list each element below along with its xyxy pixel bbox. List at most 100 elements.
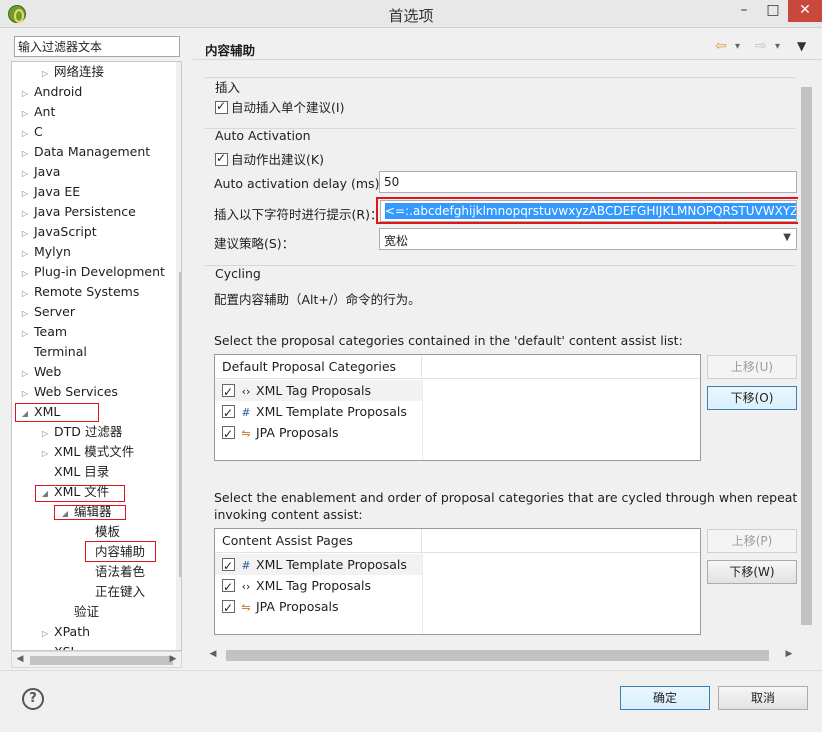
tree-item[interactable]: ▷ Android <box>20 82 82 102</box>
tree-item[interactable]: ▷ Data Management <box>20 142 150 162</box>
tree-scroll-thumb[interactable] <box>179 272 181 577</box>
view-menu-icon[interactable]: ▼ <box>797 39 806 53</box>
row-checkbox[interactable] <box>222 577 235 598</box>
default-categories-table[interactable]: Default Proposal Categories ‹› XML Tag Pr… <box>214 354 701 461</box>
row-checkbox[interactable] <box>222 403 235 424</box>
scroll-up-arrow-icon[interactable]: ▲ <box>176 64 182 74</box>
expand-arrow-icon[interactable]: ▷ <box>20 304 30 324</box>
expand-arrow-icon[interactable]: ▷ <box>20 144 30 164</box>
tree-item[interactable]: Terminal <box>20 342 87 362</box>
tree-item[interactable]: 语法着色 <box>81 562 145 582</box>
row-checkbox[interactable] <box>222 382 235 403</box>
expand-arrow-icon[interactable]: ▷ <box>20 204 30 224</box>
table-row[interactable]: # XML Template Proposals <box>215 401 422 424</box>
tree-item[interactable]: 验证 <box>60 602 99 622</box>
tree-item[interactable]: ▷ C <box>20 122 43 142</box>
table-row[interactable]: ⇋ JPA Proposals <box>215 422 422 445</box>
delay-input[interactable]: 50 <box>379 171 797 193</box>
tree-hscroll-thumb[interactable] <box>30 656 173 665</box>
expand-arrow-icon[interactable]: ▷ <box>20 384 30 404</box>
tree-item[interactable]: ▷ 网络连接 <box>40 62 104 82</box>
chevron-down-icon[interactable]: ▼ <box>783 232 791 243</box>
strategy-select[interactable]: 宽松 ▼ <box>379 228 797 250</box>
tree-item[interactable]: ▷ XSL <box>40 642 78 650</box>
tree-item[interactable]: ▷ Web Services <box>20 382 118 402</box>
content-horizontal-scrollbar[interactable]: ◀ ▶ <box>203 647 798 664</box>
row-checkbox[interactable] <box>222 556 235 577</box>
table-row[interactable]: ⇋ JPA Proposals <box>215 596 422 619</box>
forward-arrow-icon[interactable]: ⇨ <box>755 38 767 54</box>
expand-arrow-icon[interactable]: ▷ <box>20 284 30 304</box>
tree-item[interactable]: ▷ Mylyn <box>20 242 71 262</box>
cancel-button[interactable]: 取消 <box>718 686 808 710</box>
filter-input[interactable] <box>14 36 180 57</box>
expand-arrow-icon[interactable]: ▷ <box>20 364 30 384</box>
move-up-pages-button[interactable]: 上移(P) <box>707 529 797 553</box>
maximize-button[interactable]: □ <box>759 0 787 22</box>
expand-arrow-icon[interactable]: ▷ <box>40 444 50 464</box>
content-assist-pages-table[interactable]: Content Assist Pages # XML Template Propo… <box>214 528 701 635</box>
expand-arrow-icon[interactable]: ▷ <box>40 624 50 644</box>
expand-arrow-icon[interactable]: ▷ <box>40 424 50 444</box>
expand-arrow-icon[interactable]: ▷ <box>20 264 30 284</box>
scroll-left-arrow-icon[interactable]: ◀ <box>12 654 28 664</box>
forward-dropdown-icon[interactable]: ▾ <box>775 41 780 52</box>
trigger-chars-input[interactable]: <=:.abcdefghijklmnopqrstuvwxyzABCDEFGHIJ… <box>380 200 797 222</box>
expand-arrow-icon[interactable]: ▷ <box>20 324 30 344</box>
expand-arrow-icon[interactable]: ▷ <box>20 124 30 144</box>
scroll-left-arrow-icon[interactable]: ◀ <box>205 649 221 659</box>
expand-arrow-icon[interactable]: ▷ <box>20 84 30 104</box>
tree-item-label: 网络连接 <box>54 64 105 79</box>
tree-item[interactable]: ▷ XPath <box>40 622 90 642</box>
content-scroll-thumb[interactable] <box>801 87 812 625</box>
expand-arrow-icon[interactable]: ▷ <box>20 184 30 204</box>
tree-item[interactable]: ▷ Ant <box>20 102 55 122</box>
tree-item[interactable]: 模板 <box>81 522 120 542</box>
tree-item[interactable]: ▷ Remote Systems <box>20 282 139 302</box>
activation-group-title: Auto Activation <box>215 128 311 143</box>
checkbox-icon[interactable] <box>215 99 228 114</box>
expand-arrow-icon[interactable]: ▷ <box>40 64 50 84</box>
scroll-right-arrow-icon[interactable]: ▶ <box>781 649 797 659</box>
auto-insert-checkbox[interactable]: 自动插入单个建议(I) <box>215 97 344 116</box>
move-up-button[interactable]: 上移(U) <box>707 355 797 379</box>
expand-arrow-icon[interactable]: ▷ <box>20 224 30 244</box>
tree-item[interactable]: ▷ Server <box>20 302 75 322</box>
scroll-right-arrow-icon[interactable]: ▶ <box>165 654 181 664</box>
row-checkbox[interactable] <box>222 598 235 619</box>
help-icon[interactable]: ? <box>22 688 44 710</box>
ok-button[interactable]: 确定 <box>620 686 710 710</box>
tree-horizontal-scrollbar[interactable]: ◀ ▶ <box>11 651 182 668</box>
expand-arrow-icon[interactable]: ▷ <box>40 644 50 650</box>
expand-arrow-icon[interactable]: ▷ <box>20 164 30 184</box>
tree-item[interactable]: ▷ Team <box>20 322 67 342</box>
tree-item[interactable]: ▷ Plug-in Development <box>20 262 165 282</box>
tree-item[interactable]: ▷ Web <box>20 362 61 382</box>
tree-vertical-scrollbar[interactable]: ▲ ▼ <box>176 62 182 650</box>
table-row[interactable]: ‹› XML Tag Proposals <box>215 380 422 403</box>
back-dropdown-icon[interactable]: ▾ <box>735 41 740 52</box>
checkbox-icon[interactable] <box>215 151 228 166</box>
auto-propose-checkbox[interactable]: 自动作出建议(K) <box>215 149 324 168</box>
back-arrow-icon[interactable]: ⇦ <box>715 38 727 54</box>
tree-item[interactable]: ▷ JavaScript <box>20 222 97 242</box>
move-down-pages-button[interactable]: 下移(W) <box>707 560 797 584</box>
minimize-button[interactable]: – <box>730 0 758 22</box>
tree-item[interactable]: ▷ Java Persistence <box>20 202 136 222</box>
tree-item[interactable]: XML 目录 <box>40 462 109 482</box>
tree-item[interactable]: ▷ XML 模式文件 <box>40 442 134 462</box>
content-hscroll-thumb[interactable] <box>226 650 769 661</box>
table-row[interactable]: # XML Template Proposals <box>215 554 422 577</box>
tree-item[interactable]: ▷ Java <box>20 162 60 182</box>
move-down-button[interactable]: 下移(O) <box>707 386 797 410</box>
close-button[interactable]: ✕ <box>788 0 822 22</box>
expand-arrow-icon[interactable]: ▷ <box>20 104 30 124</box>
expand-arrow-icon[interactable]: ▷ <box>20 244 30 264</box>
tree-item[interactable]: ▷ Java EE <box>20 182 80 202</box>
scroll-down-arrow-icon[interactable]: ▼ <box>176 636 182 646</box>
tree-item[interactable]: 正在键入 <box>81 582 145 602</box>
tree-item[interactable]: ▷ DTD 过滤器 <box>40 422 122 442</box>
table-row[interactable]: ‹› XML Tag Proposals <box>215 575 422 598</box>
row-checkbox[interactable] <box>222 424 235 445</box>
content-vertical-scrollbar[interactable] <box>798 72 815 647</box>
